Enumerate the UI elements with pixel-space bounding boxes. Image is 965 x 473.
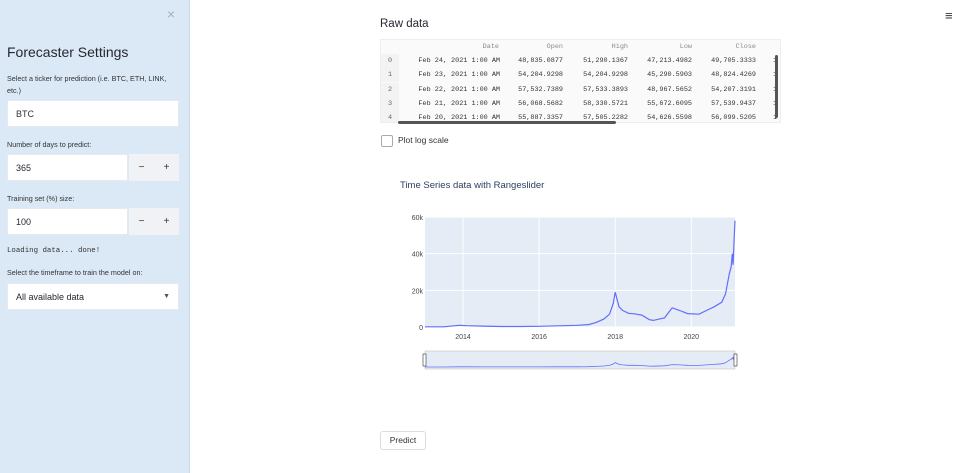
cell-high: 57,533.3893 — [583, 85, 628, 94]
cell-close: 49,705.3333 — [711, 57, 756, 65]
days-decrement-button[interactable]: − — [129, 154, 154, 181]
cell-low: 48,967.5652 — [647, 85, 692, 94]
cell-low: 55,672.6095 — [647, 99, 692, 108]
timeframe-selected-value: All available data — [16, 292, 85, 302]
cell-date: Feb 24, 2021 1:00 AM — [418, 57, 500, 65]
cell-high: 51,290.1367 — [583, 57, 628, 65]
table-row[interactable]: 3 Feb 21, 2021 1:00 AM 56,068.5682 58,330.5… — [381, 96, 780, 111]
predict-button[interactable]: Predict — [380, 431, 426, 450]
table-horizontal-scrollbar[interactable] — [398, 121, 616, 124]
range-slider-left-handle[interactable] — [422, 353, 427, 367]
column-header-high[interactable]: High — [576, 40, 628, 54]
y-tick-label: 40k — [412, 252, 424, 259]
cell-open: 56,068.5682 — [518, 99, 563, 108]
cell-date: Feb 23, 2021 1:00 AM — [418, 71, 500, 80]
log-scale-checkbox[interactable] — [381, 135, 393, 147]
training-size-label: Training set (%) size: — [7, 194, 75, 203]
x-tick-label: 2016 — [531, 334, 547, 341]
cell-date: Feb 22, 2021 1:00 AM — [418, 85, 500, 94]
row-index: 4 — [381, 111, 399, 122]
chevron-down-icon: ▼ — [163, 293, 170, 300]
menu-icon[interactable]: ≡ — [945, 8, 953, 23]
column-header-date[interactable]: Date — [451, 40, 499, 54]
column-header-low[interactable]: Low — [640, 40, 692, 54]
timeframe-select[interactable]: All available data ▼ — [7, 283, 179, 310]
cell-close: 56,099.5205 — [711, 114, 756, 123]
cell-open: 54,204.9298 — [518, 71, 563, 80]
column-header-close[interactable]: Close — [704, 40, 756, 54]
cell-low: 47,213.4982 — [647, 57, 692, 65]
table-row[interactable]: 0 Feb 24, 2021 1:00 AM 48,835.0877 51,290.1… — [381, 54, 780, 68]
raw-data-table[interactable]: Date Open High Low Close 0 Feb 24, 2021 1… — [380, 39, 781, 123]
table-row[interactable]: 1 Feb 23, 2021 1:00 AM 54,204.9298 54,204.9… — [381, 68, 780, 83]
training-size-input[interactable]: 100 — [7, 208, 128, 235]
sidebar: × Forecaster Settings Select a ticker fo… — [0, 0, 190, 473]
row-index: 1 — [381, 68, 399, 83]
loading-status: Loading data... done! — [7, 247, 101, 255]
cell-date: Feb 21, 2021 1:00 AM — [418, 99, 500, 108]
range-slider-right-handle[interactable] — [733, 353, 738, 367]
table-header-row: Date Open High Low Close — [381, 40, 780, 54]
ticker-label: Select a ticker for prediction (i.e. BTC… — [7, 74, 167, 95]
chart-title: Time Series data with Rangeslider — [400, 180, 545, 191]
days-label: Number of days to predict: — [7, 140, 92, 149]
range-slider[interactable] — [424, 350, 736, 370]
days-stepper: 365 − + — [7, 154, 179, 181]
training-size-increment-button[interactable]: + — [154, 208, 179, 235]
row-index: 2 — [381, 82, 399, 97]
raw-data-heading: Raw data — [380, 18, 429, 30]
y-tick-label: 20k — [412, 288, 424, 295]
time-series-chart[interactable]: 0 20k 40k 60k 2014 2016 2018 2020 — [395, 205, 795, 405]
close-sidebar-icon[interactable]: × — [167, 6, 175, 22]
cell-low: 54,626.5598 — [647, 114, 692, 123]
cell-close: 57,539.9437 — [711, 99, 756, 108]
training-size-decrement-button[interactable]: − — [129, 208, 154, 235]
x-tick-label: 2014 — [455, 334, 471, 341]
cell-low: 45,290.5903 — [647, 71, 692, 80]
log-scale-label: Plot log scale — [398, 135, 449, 145]
cell-open: 57,532.7389 — [518, 85, 563, 94]
y-tick-label: 0 — [419, 325, 423, 332]
x-tick-label: 2018 — [607, 334, 623, 341]
cell-high: 54,204.9298 — [583, 71, 628, 80]
sidebar-title: Forecaster Settings — [7, 44, 129, 60]
table-vertical-scrollbar[interactable] — [775, 55, 778, 118]
column-header-open[interactable]: Open — [511, 40, 563, 54]
table-row[interactable]: 2 Feb 22, 2021 1:00 AM 57,532.7389 57,533.3… — [381, 82, 780, 97]
row-index: 0 — [381, 54, 399, 68]
x-tick-label: 2020 — [683, 334, 699, 341]
timeframe-label: Select the timeframe to train the model … — [7, 268, 143, 277]
y-tick-label: 60k — [412, 215, 424, 222]
days-input[interactable]: 365 — [7, 154, 128, 181]
row-index: 3 — [381, 96, 399, 111]
training-size-stepper: 100 − + — [7, 208, 179, 235]
ticker-input[interactable]: BTC — [7, 100, 179, 127]
cell-open: 48,835.0877 — [518, 57, 563, 65]
plot-area[interactable] — [425, 217, 735, 327]
cell-high: 58,330.5721 — [583, 99, 628, 108]
days-increment-button[interactable]: + — [154, 154, 179, 181]
cell-close: 54,207.3191 — [711, 85, 756, 94]
cell-close: 48,824.4269 — [711, 71, 756, 80]
